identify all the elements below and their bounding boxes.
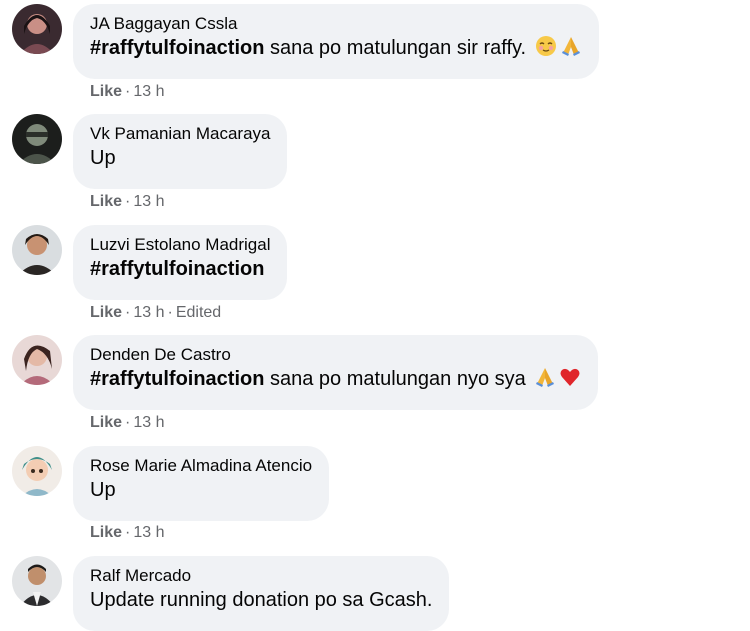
avatar[interactable] xyxy=(12,335,62,385)
comment-bubble: Denden De Castro #raffytulfoinaction san… xyxy=(73,335,599,410)
comment-text: #raffytulfoinaction sana po matulungan s… xyxy=(90,35,582,64)
comment-actions: Like · 13 h xyxy=(90,83,164,101)
avatar-image xyxy=(12,556,62,606)
comment-text: Update running donation po sa Gcash. xyxy=(90,587,432,613)
like-button[interactable]: Like xyxy=(90,193,122,210)
separator: · xyxy=(125,193,131,210)
timestamp-link[interactable]: 13 h xyxy=(133,524,164,541)
avatar-image xyxy=(12,4,62,54)
comment-body: sana po matulungan nyo sya xyxy=(264,368,526,390)
comment-text: Up xyxy=(90,477,312,503)
folded-hands-icon xyxy=(560,35,582,64)
comment-text: #raffytulfoinaction xyxy=(90,256,270,282)
comment-text: #raffytulfoinaction sana po matulungan n… xyxy=(90,366,581,395)
comment-author[interactable]: Ralf Mercado xyxy=(90,565,432,587)
red-heart-icon xyxy=(559,366,581,395)
comment-bubble: Luzvi Estolano Madrigal #raffytulfoinact… xyxy=(73,225,288,300)
like-button[interactable]: Like xyxy=(90,83,122,100)
hashtag-link[interactable]: #raffytulfoinaction xyxy=(90,368,264,390)
separator: · xyxy=(125,524,131,541)
like-button[interactable]: Like xyxy=(90,304,122,321)
comment-actions: Like · 13 h xyxy=(90,414,164,432)
timestamp-link[interactable]: 13 h xyxy=(133,414,164,431)
comment-body: Update running donation po sa Gcash. xyxy=(90,589,433,611)
avatar[interactable] xyxy=(12,4,62,54)
timestamp-link[interactable]: 13 h xyxy=(133,83,164,100)
comment-bubble: JA Baggayan Cssla #raffytulfoinaction sa… xyxy=(73,4,599,79)
relieved-face-icon xyxy=(535,35,557,64)
comment-actions: Like · 13 h xyxy=(90,193,164,211)
like-button[interactable]: Like xyxy=(90,524,122,541)
edited-label[interactable]: Edited xyxy=(176,304,221,321)
comment-author[interactable]: Luzvi Estolano Madrigal xyxy=(90,234,270,256)
avatar[interactable] xyxy=(12,225,62,275)
comment-author[interactable]: Denden De Castro xyxy=(90,344,581,366)
comment-bubble: Rose Marie Almadina Atencio Up xyxy=(73,446,330,521)
avatar[interactable] xyxy=(12,556,62,606)
comment-author[interactable]: Vk Pamanian Macaraya xyxy=(90,123,270,145)
timestamp-link[interactable]: 13 h xyxy=(133,193,164,210)
separator: · xyxy=(125,83,131,100)
folded-hands-icon xyxy=(534,366,556,395)
comment-actions: Like · 13 h · Edited xyxy=(90,304,221,322)
timestamp-link[interactable]: 13 h xyxy=(133,304,164,321)
avatar-image xyxy=(12,114,62,164)
avatar-image xyxy=(12,225,62,275)
avatar[interactable] xyxy=(12,114,62,164)
comment-body: Up xyxy=(90,147,116,169)
comment-bubble: Vk Pamanian Macaraya Up xyxy=(73,114,288,189)
comment-bubble: Ralf Mercado Update running donation po … xyxy=(73,556,450,631)
hashtag-link[interactable]: #raffytulfoinaction xyxy=(90,37,264,59)
separator: · xyxy=(125,304,131,321)
comment-author[interactable]: JA Baggayan Cssla xyxy=(90,13,582,35)
comment-body: Up xyxy=(90,479,116,501)
like-button[interactable]: Like xyxy=(90,414,122,431)
hashtag-link[interactable]: #raffytulfoinaction xyxy=(90,258,264,280)
avatar-image xyxy=(12,446,62,496)
comment-body: sana po matulungan sir raffy. xyxy=(264,37,527,59)
avatar-image xyxy=(12,335,62,385)
avatar[interactable] xyxy=(12,446,62,496)
comment-actions: Like · 13 h xyxy=(90,524,164,542)
comment-text: Up xyxy=(90,145,270,171)
separator: · xyxy=(167,304,173,321)
separator: · xyxy=(125,414,131,431)
comment-author[interactable]: Rose Marie Almadina Atencio xyxy=(90,455,312,477)
